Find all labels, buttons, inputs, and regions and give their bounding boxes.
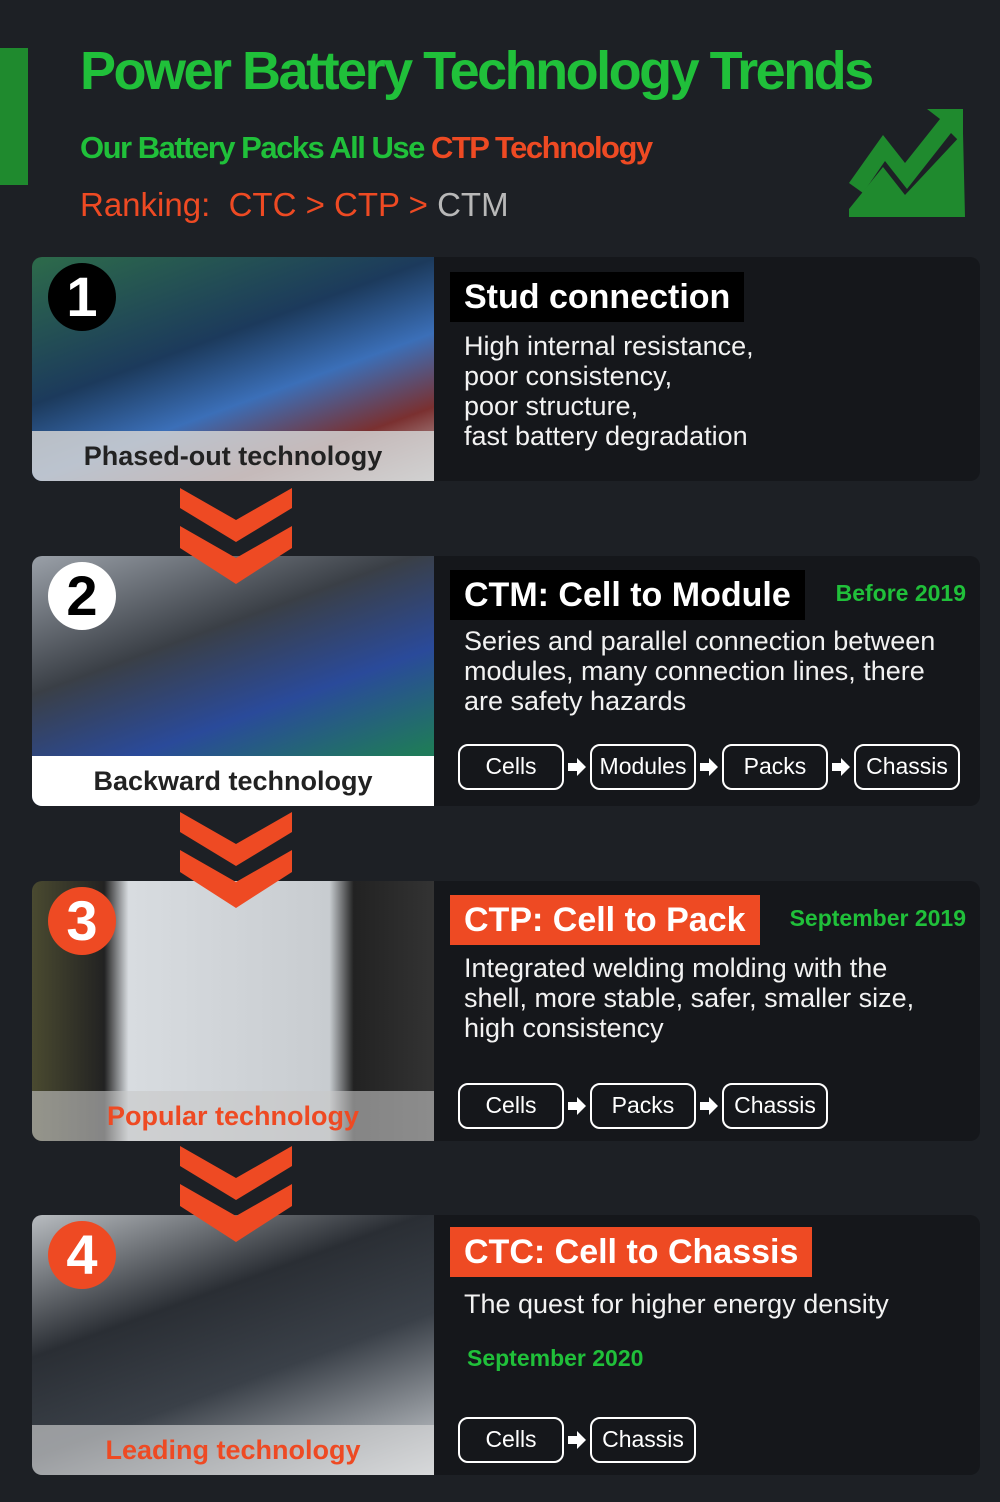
chevron-down-icon [180,812,292,908]
flow-step: Cells [458,744,564,790]
flow-step: Chassis [722,1083,828,1129]
process-flow: Cells Packs Chassis [458,1083,828,1129]
flow-step: Packs [590,1083,696,1129]
description-line: poor structure, [464,391,639,421]
chevron-down-icon [180,488,292,584]
arrow-right-icon [696,757,722,777]
description-line: Integrated welding molding with the [464,953,888,983]
description-line: Series and parallel connection between [464,626,936,656]
accent-bar [0,48,28,185]
flow-step: Cells [458,1083,564,1129]
battery-photo: 3 Popular technology [32,881,434,1141]
description-line: high consistency [464,1013,664,1043]
process-flow: Cells Chassis [458,1417,696,1463]
stage-caption: Popular technology [32,1091,434,1141]
arrow-right-icon [696,1096,722,1116]
stage-caption: Backward technology [32,756,434,806]
flow-step: Chassis [590,1417,696,1463]
rank-ctm: CTM [437,186,509,223]
arrow-right-icon [828,757,854,777]
chevron-down-icon [180,1146,292,1242]
stage-number-badge: 3 [48,887,116,955]
description-line: are safety hazards [464,686,687,716]
stage-card-4: 4 Leading technology CTC: Cell to Chassi… [32,1215,980,1475]
stage-card-3: 3 Popular technology CTP: Cell to Pack S… [32,881,980,1141]
stage-number-badge: 2 [48,562,116,630]
description-line: poor consistency, [464,361,673,391]
stage-heading: CTM: Cell to Module [450,570,805,620]
rank-ctp: CTP [334,186,400,223]
flow-step: Packs [722,744,828,790]
flow-step: Modules [590,744,696,790]
stage-card-2: 2 Backward technology CTM: Cell to Modul… [32,556,980,806]
trend-up-chart-icon [849,109,965,217]
ranking-label: Ranking: [80,186,211,223]
stage-card-1: 1 Phased-out technology Stud connection … [32,257,980,481]
stage-heading: CTP: Cell to Pack [450,895,760,945]
rank-sep: > [305,186,325,223]
flow-step: Cells [458,1417,564,1463]
subtitle: Our Battery Packs All Use CTP Technology [80,130,653,166]
stage-description: The quest for higher energy density [464,1289,889,1319]
stage-description: Series and parallel connection between mo… [464,626,935,716]
arrow-right-icon [564,757,590,777]
stage-description: Integrated welding molding with the shell… [464,953,914,1043]
subtitle-text: Our Battery Packs All Use [80,130,431,165]
arrow-right-icon [564,1430,590,1450]
stage-caption: Leading technology [32,1425,434,1475]
stage-caption: Phased-out technology [32,431,434,481]
description-line: shell, more stable, safer, smaller size, [464,983,915,1013]
arrow-right-icon [564,1096,590,1116]
rank-ctc: CTC [228,186,297,223]
stage-date: Before 2019 [835,580,966,606]
rank-sep: > [408,186,428,223]
stage-number-badge: 4 [48,1221,116,1289]
flow-step: Chassis [854,744,960,790]
stage-heading: CTC: Cell to Chassis [450,1227,813,1277]
process-flow: Cells Modules Packs Chassis [458,744,960,790]
subtitle-highlight: CTP Technology [430,130,653,165]
stage-heading: Stud connection [450,272,745,322]
description-line: The quest for higher energy density [464,1289,889,1319]
battery-photo: 2 Backward technology [32,556,434,806]
stage-number-badge: 1 [48,263,116,331]
battery-photo: 1 Phased-out technology [32,257,434,481]
description-line: fast battery degradation [464,421,748,451]
page-title: Power Battery Technology Trends [80,41,874,101]
description-line: High internal resistance, [464,331,754,361]
description-line: modules, many connection lines, there [464,656,925,686]
ranking: Ranking: CTC > CTP > CTM [80,186,509,224]
stage-date: September 2019 [789,905,966,931]
stage-description: High internal resistance, poor consistenc… [464,331,754,451]
stage-date: September 2020 [467,1345,644,1371]
battery-photo: 4 Leading technology [32,1215,434,1475]
